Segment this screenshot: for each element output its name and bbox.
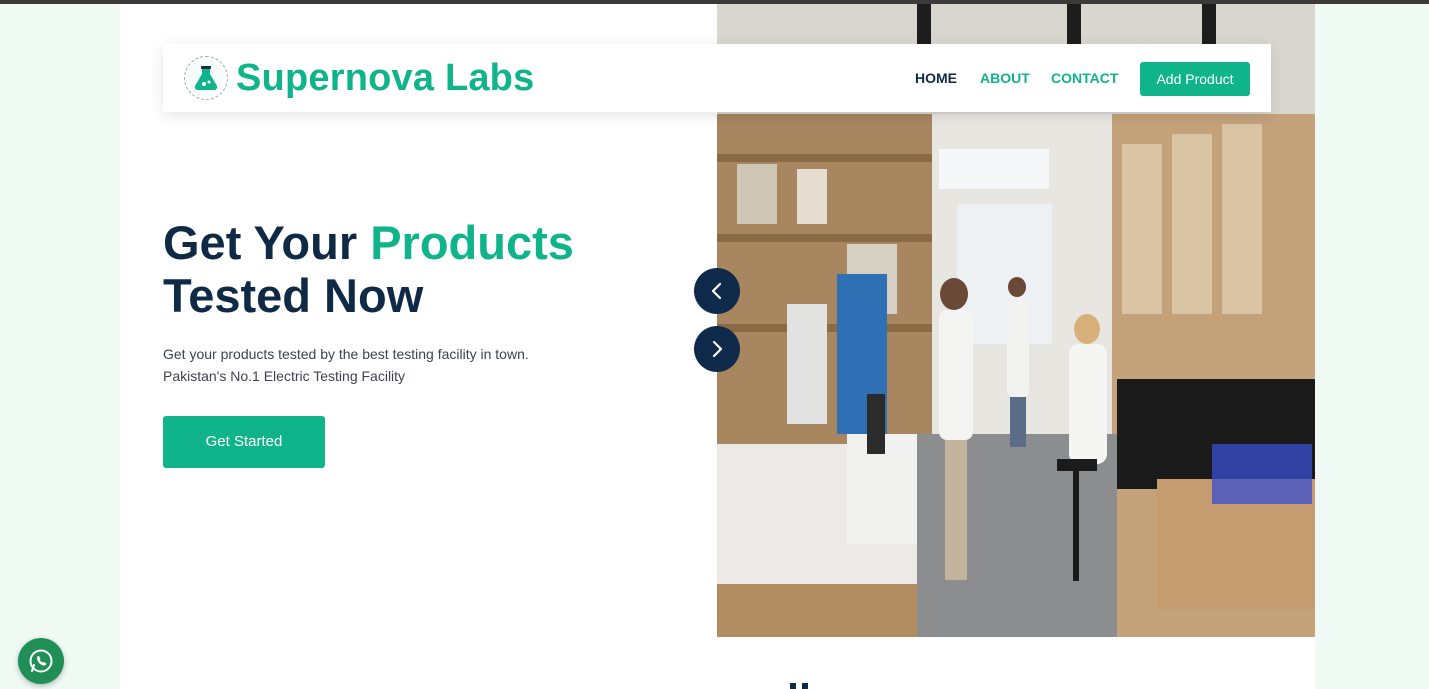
brand-name[interactable]: Supernova Labs	[236, 55, 534, 101]
nav-contact[interactable]: CONTACT	[1051, 68, 1118, 88]
hero-description: Get your products tested by the best tes…	[163, 343, 593, 387]
chevron-left-icon	[711, 282, 722, 300]
site-header: Supernova Labs HOME ABOUT CONTACT Add Pr…	[163, 44, 1271, 112]
hero-description-line2: Pakistan's No.1 Electric Testing Facilit…	[163, 368, 406, 384]
add-product-button[interactable]: Add Product	[1140, 62, 1250, 96]
hero-description-line1: Get your products tested by the best tes…	[163, 346, 529, 362]
hero-title-accent: Products	[370, 216, 574, 269]
carousel-next-button[interactable]	[694, 326, 740, 372]
hero-title: Get Your Products Tested Now	[163, 216, 683, 322]
section-quote-mark	[790, 683, 814, 689]
hero-title-part2: Tested Now	[163, 269, 424, 322]
hero-title-part1: Get Your	[163, 216, 371, 269]
whatsapp-icon	[29, 649, 53, 673]
chevron-right-icon	[712, 340, 723, 358]
flask-logo-icon[interactable]	[184, 56, 228, 100]
whatsapp-button[interactable]	[18, 638, 64, 684]
carousel-prev-button[interactable]	[694, 268, 740, 314]
nav-home[interactable]: HOME	[915, 68, 957, 88]
nav-about[interactable]: ABOUT	[980, 68, 1030, 88]
get-started-button[interactable]: Get Started	[163, 416, 325, 468]
